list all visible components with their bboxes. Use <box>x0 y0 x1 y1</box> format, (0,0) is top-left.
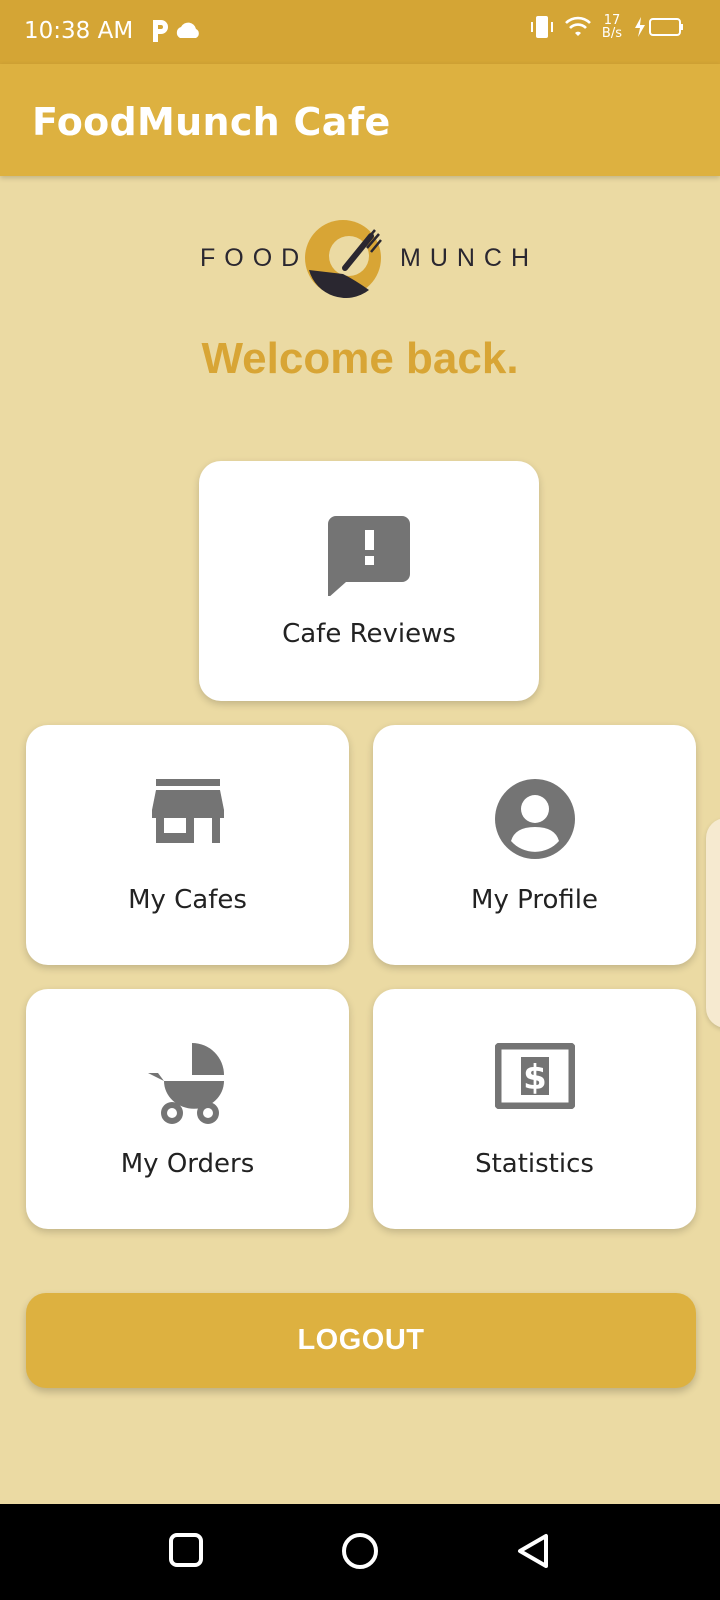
home-icon[interactable] <box>341 1532 379 1570</box>
my-profile-label: My Profile <box>471 885 598 915</box>
logo-word-munch: MUNCH <box>400 244 539 272</box>
logo-word-food: FOOD <box>200 244 309 272</box>
app-title: FoodMunch Cafe <box>32 100 391 144</box>
svg-text:$: $ <box>523 1058 547 1098</box>
my-cafes-label: My Cafes <box>128 885 247 915</box>
brand-logo: FOOD MUNCH <box>0 212 720 302</box>
status-bar: 10:38 AM 17 B/s <box>0 0 720 64</box>
store-icon <box>151 779 224 843</box>
edge-side-panel-handle[interactable] <box>706 818 720 1028</box>
navigation-bar <box>0 1504 720 1600</box>
status-notification-icons <box>150 18 210 49</box>
my-orders-label: My Orders <box>120 1149 255 1179</box>
app-bar: FoodMunch Cafe <box>0 64 720 176</box>
status-time: 10:38 AM <box>24 18 134 44</box>
logout-button[interactable]: LOGOUT <box>26 1293 696 1388</box>
fork-logo-icon <box>305 220 382 298</box>
cafe-reviews-label: Cafe Reviews <box>282 619 456 649</box>
net-speed-unit: B/s <box>601 26 622 41</box>
my-cafes-card[interactable]: My Cafes <box>26 725 349 965</box>
my-profile-card[interactable]: My Profile <box>373 725 696 965</box>
statistics-card[interactable]: $ Statistics <box>373 989 696 1229</box>
recents-icon[interactable] <box>168 1532 204 1568</box>
cafe-reviews-card[interactable]: Cafe Reviews <box>199 461 539 701</box>
account-circle-icon <box>494 779 575 859</box>
network-speed: 17 B/s <box>602 14 622 40</box>
statistics-label: Statistics <box>475 1149 594 1179</box>
money-icon: $ <box>494 1043 575 1109</box>
parking-icon <box>153 20 199 42</box>
feedback-icon <box>328 516 410 596</box>
status-system-icons: 17 B/s <box>530 14 684 40</box>
my-orders-card[interactable]: My Orders <box>26 989 349 1229</box>
wifi-icon <box>565 16 591 36</box>
welcome-heading: Welcome back. <box>201 334 519 383</box>
vibrate-icon <box>530 16 553 38</box>
stroller-icon <box>147 1043 224 1124</box>
battery-charging-icon <box>635 17 683 37</box>
cloud-icon <box>176 22 199 38</box>
back-icon[interactable] <box>516 1532 552 1570</box>
